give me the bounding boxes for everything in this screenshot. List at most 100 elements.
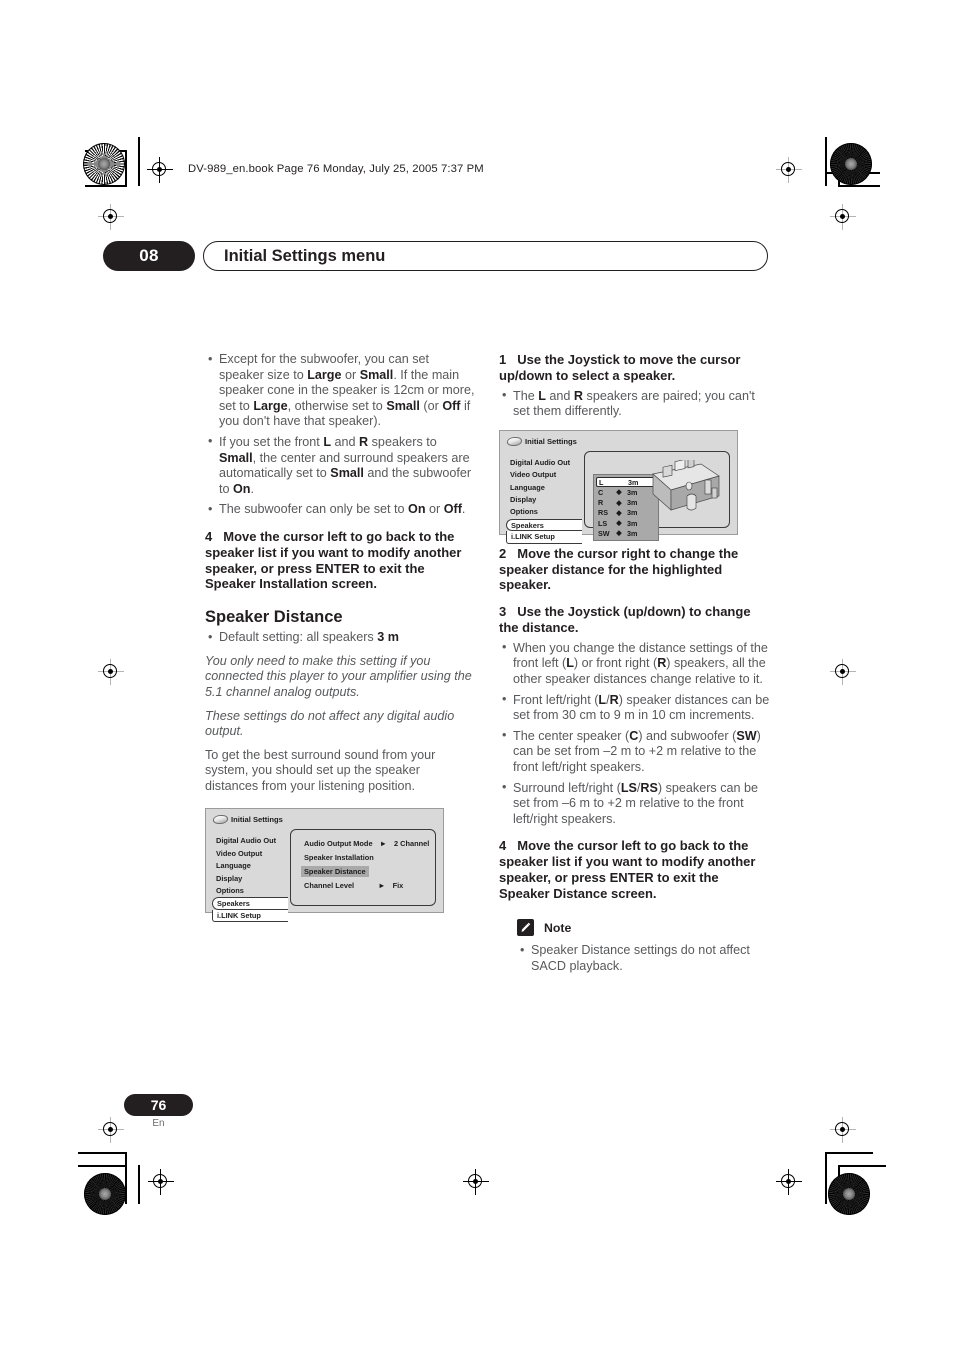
right-step-2: 2 Move the cursor right to change the spe…	[499, 546, 770, 593]
registration-mark-left-upper	[98, 204, 124, 230]
surround-sound-paragraph: To get the best surround sound from your…	[205, 747, 436, 793]
osd-row-value: 2 Channel	[394, 839, 430, 849]
registration-mark-right-lower	[830, 1117, 856, 1143]
crop-line-top-right-h	[838, 185, 880, 187]
right-column: 1 Use the Joystick to move the cursor up/…	[499, 352, 770, 983]
sidebar-item-display[interactable]: Display	[506, 494, 582, 506]
chapter-bar: 08 Initial Settings menu	[103, 241, 768, 271]
speaker-distance-value: 3m	[627, 528, 638, 538]
registration-mark-left-middle	[98, 659, 124, 685]
step-text: Move the cursor left to go back to the s…	[205, 528, 462, 592]
speaker-label: C	[598, 487, 604, 497]
sidebar-item-digital-audio-out[interactable]: Digital Audio Out	[506, 457, 582, 469]
osd-row-speaker-distance[interactable]: Speaker Distance	[301, 866, 369, 878]
step-text: Use the Joystick to move the cursor up/d…	[499, 352, 741, 383]
chapter-number: 08	[103, 241, 195, 271]
osd-row-channel-level[interactable]: Channel Level ► Fix	[301, 880, 406, 891]
crop-line-top-right-v	[825, 137, 827, 186]
sidebar-item-language[interactable]: Language	[506, 482, 582, 494]
chapter-title-pill: Initial Settings menu	[203, 241, 768, 271]
step-number: 1	[499, 352, 507, 367]
speaker-label: L	[599, 477, 604, 487]
disc-icon	[506, 436, 523, 446]
speaker-label: RS	[598, 508, 608, 518]
left-column: Except for the subwoofer, you can set sp…	[205, 352, 476, 923]
note-block: Note Speaker Distance settings do not af…	[499, 919, 770, 974]
step-text: Use the Joystick (up/down) to change the…	[499, 604, 751, 635]
sidebar-item-ilink-setup[interactable]: i.LINK Setup	[506, 531, 582, 544]
osd-speaker-distance-panel: L 3m C ◆ 3m R ◆ 3m RS ◆ 3m LS ◆ 3m SW ◆ …	[584, 450, 730, 542]
list-item: Default setting: all speakers 3 m	[205, 630, 476, 646]
crop-line-bottom-left-v2	[138, 1165, 140, 1204]
left-step-4: 4 Move the cursor left to go back to the …	[205, 529, 476, 592]
list-item: The L and R speakers are paired; you can…	[499, 388, 770, 420]
note-header: Note	[517, 919, 770, 937]
step-number: 4	[499, 838, 507, 854]
crop-line-bottom-right-h	[825, 1152, 873, 1154]
page-footer: 76 En	[124, 1094, 193, 1129]
sidebar-item-digital-audio-out[interactable]: Digital Audio Out	[212, 835, 288, 847]
crop-line-top-left-v2	[138, 137, 140, 186]
speaker-distance-value: 3m	[627, 518, 638, 528]
sidebar-item-options[interactable]: Options	[506, 506, 582, 518]
sidebar-item-speakers[interactable]: Speakers	[212, 897, 288, 910]
list-item: Surround left/right (LS/RS) speakers can…	[499, 780, 770, 828]
osd-speaker-distance-screenshot: Initial Settings Digital Audio Out Video…	[499, 429, 738, 544]
list-item: Except for the subwoofer, you can set sp…	[205, 352, 476, 430]
osd-row-speaker-installation[interactable]: Speaker Installation	[301, 852, 377, 863]
osd-row-audio-output-mode[interactable]: Audio Output Mode ► 2 Channel	[301, 838, 432, 849]
step-number: 3	[499, 604, 507, 620]
step-number: 2	[499, 545, 507, 561]
osd-sidebar-menu: Digital Audio Out Video Output Language …	[506, 457, 582, 544]
registration-mark-left-lower	[98, 1117, 124, 1143]
note-label: Note	[544, 920, 572, 935]
speaker-knob-icon: ◆	[616, 509, 622, 517]
sidebar-item-options[interactable]: Options	[212, 885, 288, 897]
osd-title-text: Initial Settings	[231, 815, 283, 825]
step-number: 4	[205, 528, 213, 544]
crop-line-top-left-h2	[85, 185, 127, 187]
step-text: Move the cursor left to go back to the s…	[499, 838, 756, 901]
speaker-distance-value: 3m	[627, 487, 638, 497]
osd-speakers-menu-screenshot: Initial Settings Digital Audio Out Video…	[205, 808, 444, 923]
registration-mark-bottom-right	[776, 1169, 802, 1195]
chevron-right-icon: ►	[378, 881, 386, 891]
note-bullets: Speaker Distance settings do not affect …	[517, 943, 770, 974]
osd-options-panel: Audio Output Mode ► 2 Channel Speaker In…	[290, 829, 436, 907]
page-number: 76	[124, 1094, 193, 1116]
left-bullets-top: Except for the subwoofer, you can set sp…	[205, 352, 476, 518]
speaker-distance-value: 3m	[627, 498, 638, 508]
sidebar-item-video-output[interactable]: Video Output	[506, 469, 582, 481]
speaker-row-sw[interactable]: SW ◆ 3m	[596, 528, 656, 538]
pencil-icon	[517, 919, 534, 937]
sidebar-item-display[interactable]: Display	[212, 873, 288, 885]
crop-line-bottom-left-h	[78, 1152, 126, 1154]
right-step-3: 3 Use the Joystick (up/down) to change th…	[499, 604, 770, 636]
registration-mark-top-right	[776, 157, 802, 183]
crop-line-top-left-v	[125, 150, 127, 186]
list-item: When you change the distance settings of…	[499, 640, 770, 688]
step-text: Move the cursor right to change the spea…	[499, 545, 739, 593]
sidebar-item-language[interactable]: Language	[212, 860, 288, 872]
sidebar-item-speakers[interactable]: Speakers	[506, 518, 582, 532]
crop-line-bottom-right-h2	[838, 1165, 886, 1167]
osd-title-bar: Initial Settings	[212, 815, 283, 825]
file-header-line: DV-989_en.book Page 76 Monday, July 25, …	[188, 163, 484, 175]
chapter-title: Initial Settings menu	[224, 246, 386, 265]
italic-note-2: These settings do not affect any digital…	[205, 708, 455, 739]
crop-line-bottom-left-h2	[78, 1165, 126, 1167]
speaker-label: R	[598, 498, 604, 508]
print-calibration-star-top-right	[830, 143, 872, 185]
registration-mark-bottom-center	[463, 1169, 489, 1195]
chevron-right-icon: ►	[379, 839, 387, 849]
speaker-knob-icon: ◆	[616, 520, 622, 528]
speaker-label: SW	[598, 528, 610, 538]
sidebar-item-video-output[interactable]: Video Output	[212, 848, 288, 860]
italic-note-1: You only need to make this setting if yo…	[205, 653, 472, 699]
osd-row-value: Fix	[392, 881, 404, 891]
speaker-knob-icon: ◆	[616, 499, 622, 507]
speaker-label: LS	[598, 518, 608, 528]
room-layout-illustration	[652, 459, 720, 511]
sidebar-item-ilink-setup[interactable]: i.LINK Setup	[212, 909, 288, 923]
osd-row-label: Channel Level	[304, 881, 355, 891]
